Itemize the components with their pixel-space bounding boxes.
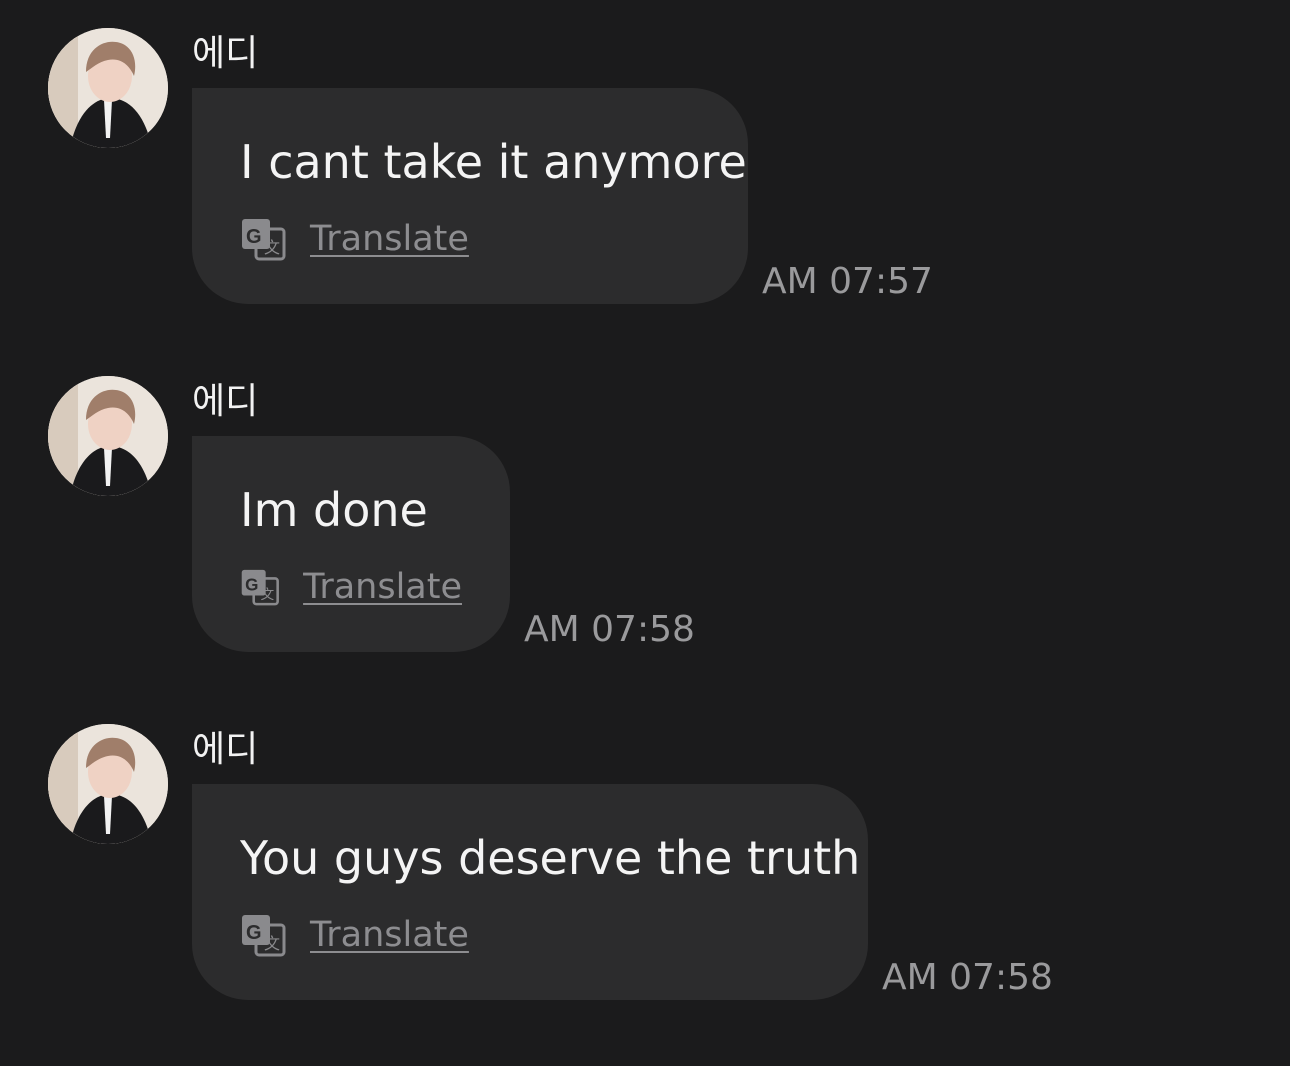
sender-name: 에디 (192, 381, 259, 422)
svg-text:G: G (245, 575, 258, 594)
avatar[interactable] (48, 724, 168, 844)
google-translate-icon: G 文 (242, 915, 286, 957)
message-bubble[interactable]: I cant take it anymore G 文 Translate (192, 88, 748, 304)
message-time: AM 07:57 (762, 261, 933, 302)
sender-name: 에디 (192, 729, 259, 770)
svg-text:文: 文 (261, 587, 275, 603)
translate-row[interactable]: G 文 Translate (240, 910, 820, 960)
svg-text:文: 文 (264, 238, 280, 257)
chat-thread: 에디 I cant take it anymore G 文 Translate … (0, 0, 1290, 1066)
translate-row[interactable]: G 文 Translate (240, 214, 700, 264)
google-translate-icon: G 文 (241, 569, 279, 606)
avatar-image (48, 376, 168, 496)
message-time: AM 07:58 (524, 609, 695, 650)
message-time: AM 07:58 (882, 957, 1053, 998)
message-text: You guys deserve the truth (240, 831, 861, 885)
svg-text:G: G (246, 922, 262, 944)
sender-name: 에디 (192, 33, 259, 74)
svg-text:G: G (246, 226, 262, 248)
svg-text:文: 文 (264, 934, 280, 953)
translate-link[interactable]: Translate (310, 219, 469, 259)
translate-link[interactable]: Translate (303, 567, 462, 607)
translate-link[interactable]: Translate (310, 915, 469, 955)
avatar-image (48, 28, 168, 148)
avatar-image (48, 724, 168, 844)
google-translate-icon: G 文 (242, 219, 286, 261)
translate-row[interactable]: G 文 Translate (240, 562, 462, 612)
message-text: Im done (240, 483, 428, 537)
message-bubble[interactable]: You guys deserve the truth G 文 Translate (192, 784, 868, 1000)
avatar[interactable] (48, 376, 168, 496)
message-bubble[interactable]: Im done G 文 Translate (192, 436, 510, 652)
avatar[interactable] (48, 28, 168, 148)
message-text: I cant take it anymore (240, 135, 747, 189)
